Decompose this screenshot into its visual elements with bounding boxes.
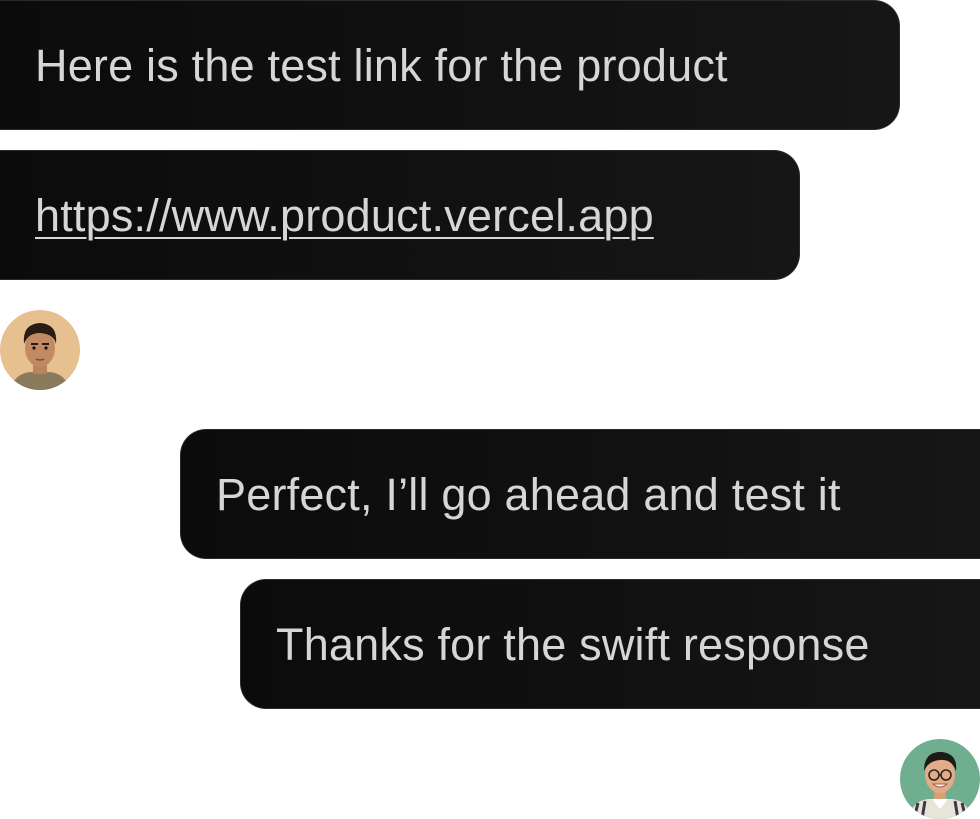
product-test-link[interactable]: https://www.product.vercel.app [35, 190, 654, 241]
incoming-message-bubble: Here is the test link for the product [0, 0, 900, 130]
message-text: Perfect, I’ll go ahead and test it [216, 469, 841, 520]
user-avatar-icon [900, 739, 980, 819]
incoming-link-bubble: https://www.product.vercel.app [0, 150, 800, 280]
contact-avatar[interactable] [0, 310, 80, 390]
outgoing-message-bubble: Thanks for the swift response [240, 579, 980, 709]
outgoing-message-bubble: Perfect, I’ll go ahead and test it [180, 429, 980, 559]
message-text: Thanks for the swift response [276, 619, 870, 670]
user-avatar[interactable] [900, 739, 980, 819]
message-text: Here is the test link for the product [35, 40, 728, 91]
contact-avatar-icon [0, 310, 80, 390]
